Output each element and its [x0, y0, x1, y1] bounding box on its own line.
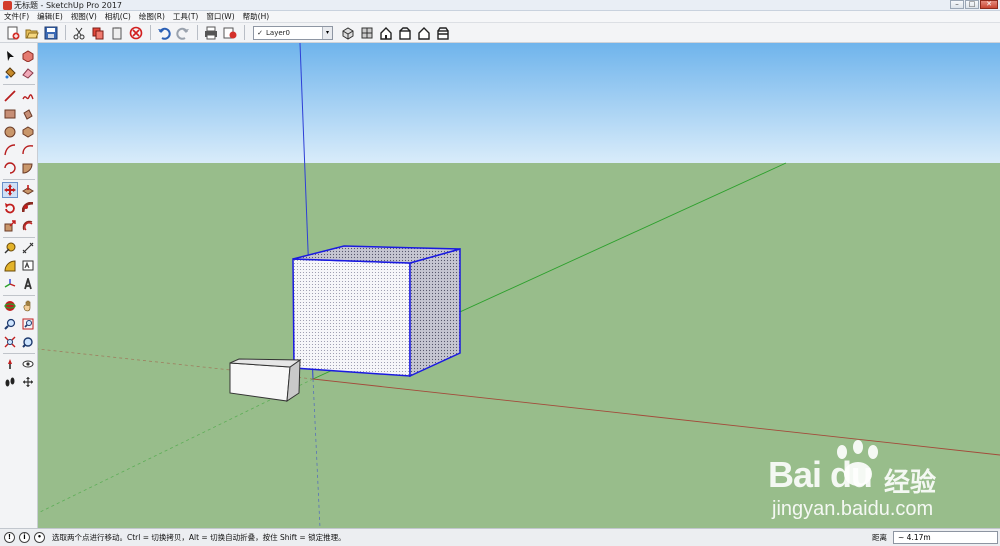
menu-window[interactable]: 窗口(W)	[202, 11, 238, 22]
open-icon[interactable]	[23, 24, 40, 41]
cut-icon[interactable]	[70, 24, 87, 41]
section-plane-icon[interactable]	[20, 374, 36, 390]
tool-palette	[0, 43, 38, 528]
position-camera-icon[interactable]	[2, 356, 18, 372]
watermark-jingyan: 经验	[884, 468, 937, 498]
offset-icon[interactable]	[20, 218, 36, 234]
menu-draw[interactable]: 绘图(R)	[135, 11, 169, 22]
two-point-arc-icon[interactable]	[20, 142, 36, 158]
axes-icon[interactable]	[2, 276, 18, 292]
toolbar-separator	[244, 25, 245, 40]
back-view-icon[interactable]	[415, 24, 432, 41]
pie-icon[interactable]	[20, 160, 36, 176]
rotated-rectangle-icon[interactable]	[20, 106, 36, 122]
iso-view-icon[interactable]	[339, 24, 356, 41]
dimension-icon[interactable]	[20, 240, 36, 256]
toolbar-separator	[197, 25, 198, 40]
rotate-icon[interactable]	[2, 200, 18, 216]
palette-separator	[3, 353, 35, 354]
chevron-down-icon[interactable]: ▾	[322, 26, 332, 39]
title-bar: 无标题 - SketchUp Pro 2017 – □ ✕	[0, 0, 1000, 11]
zoom-icon[interactable]	[2, 316, 18, 332]
protractor-icon[interactable]	[2, 258, 18, 274]
model-info-icon[interactable]	[221, 24, 238, 41]
info-icon[interactable]: i	[19, 532, 30, 543]
look-around-icon[interactable]	[20, 356, 36, 372]
menu-bar: 文件(F) 编辑(E) 视图(V) 相机(C) 绘图(R) 工具(T) 窗口(W…	[0, 11, 1000, 22]
menu-edit[interactable]: 编辑(E)	[33, 11, 67, 22]
sketchup-app-icon	[3, 1, 12, 10]
line-icon[interactable]	[2, 88, 18, 104]
scale-icon[interactable]	[2, 218, 18, 234]
main-toolbar: ✓ Layer0 ▾	[0, 22, 1000, 43]
maximize-button[interactable]: □	[965, 0, 979, 9]
geo-location-icon[interactable]: !	[4, 532, 15, 543]
erase-icon[interactable]	[127, 24, 144, 41]
push-pull-icon[interactable]	[20, 182, 36, 198]
top-view-icon[interactable]	[358, 24, 375, 41]
palette-separator	[3, 237, 35, 238]
palette-separator	[3, 179, 35, 180]
walk-icon[interactable]	[2, 374, 18, 390]
window-title: 无标题 - SketchUp Pro 2017	[14, 1, 122, 10]
make-component-icon[interactable]	[20, 48, 36, 64]
measurements-label: 距离	[872, 533, 887, 542]
follow-me-icon[interactable]	[20, 200, 36, 216]
eraser-icon[interactable]	[20, 65, 36, 81]
circle-icon[interactable]	[2, 124, 18, 140]
minimize-button[interactable]: –	[950, 0, 964, 9]
paste-icon[interactable]	[108, 24, 125, 41]
arc-icon[interactable]	[2, 142, 18, 158]
move-icon[interactable]	[2, 182, 18, 198]
zoom-window-icon[interactable]	[20, 316, 36, 332]
select-icon[interactable]	[2, 48, 18, 64]
toolbar-separator	[65, 25, 66, 40]
zoom-extents-icon[interactable]	[2, 334, 18, 350]
status-bar: ! i • 选取两个点进行移动。Ctrl = 切换拷贝，Alt = 切换自动折叠…	[0, 528, 1000, 546]
selected-cube[interactable]	[292, 245, 461, 378]
status-hint: 选取两个点进行移动。Ctrl = 切换拷贝，Alt = 切换自动折叠，按住 Sh…	[52, 533, 346, 542]
orbit-icon[interactable]	[2, 298, 18, 314]
undo-icon[interactable]	[155, 24, 172, 41]
palette-separator	[3, 84, 35, 85]
paint-bucket-icon[interactable]	[2, 65, 18, 81]
menu-tools[interactable]: 工具(T)	[169, 11, 202, 22]
layer-checkmark: ✓	[257, 28, 263, 37]
tape-measure-icon[interactable]	[2, 240, 18, 256]
layer-name: Layer0	[266, 28, 290, 37]
three-point-arc-icon[interactable]	[2, 160, 18, 176]
polygon-icon[interactable]	[20, 124, 36, 140]
left-view-icon[interactable]	[434, 24, 451, 41]
front-view-icon[interactable]	[377, 24, 394, 41]
palette-separator	[3, 295, 35, 296]
window-controls: – □ ✕	[950, 0, 998, 10]
user-icon[interactable]: •	[34, 532, 45, 543]
baidu-jingyan-watermark: Bai du 经验 jingyan.baidu.com	[768, 440, 988, 522]
print-icon[interactable]	[202, 24, 219, 41]
watermark-url: jingyan.baidu.com	[772, 498, 934, 520]
rectangle-icon[interactable]	[2, 106, 18, 122]
menu-view[interactable]: 视图(V)	[67, 11, 101, 22]
new-icon[interactable]	[4, 24, 21, 41]
freehand-icon[interactable]	[20, 88, 36, 104]
sky	[38, 43, 1000, 163]
menu-help[interactable]: 帮助(H)	[239, 11, 274, 22]
layer-dropdown[interactable]: ✓ Layer0 ▾	[253, 25, 333, 40]
toolbar-separator	[150, 25, 151, 40]
measurements-input[interactable]: ~ 4.17m	[893, 531, 998, 544]
right-view-icon[interactable]	[396, 24, 413, 41]
pan-icon[interactable]	[20, 298, 36, 314]
previous-view-icon[interactable]	[20, 334, 36, 350]
menu-file[interactable]: 文件(F)	[0, 11, 33, 22]
menu-camera[interactable]: 相机(C)	[101, 11, 135, 22]
close-button[interactable]: ✕	[980, 0, 998, 9]
save-icon[interactable]	[42, 24, 59, 41]
3d-text-icon[interactable]	[20, 276, 36, 292]
watermark-brand: Bai du	[768, 454, 873, 495]
copy-icon[interactable]	[89, 24, 106, 41]
redo-icon[interactable]	[174, 24, 191, 41]
text-icon[interactable]	[20, 258, 36, 274]
small-box[interactable]	[229, 358, 302, 402]
